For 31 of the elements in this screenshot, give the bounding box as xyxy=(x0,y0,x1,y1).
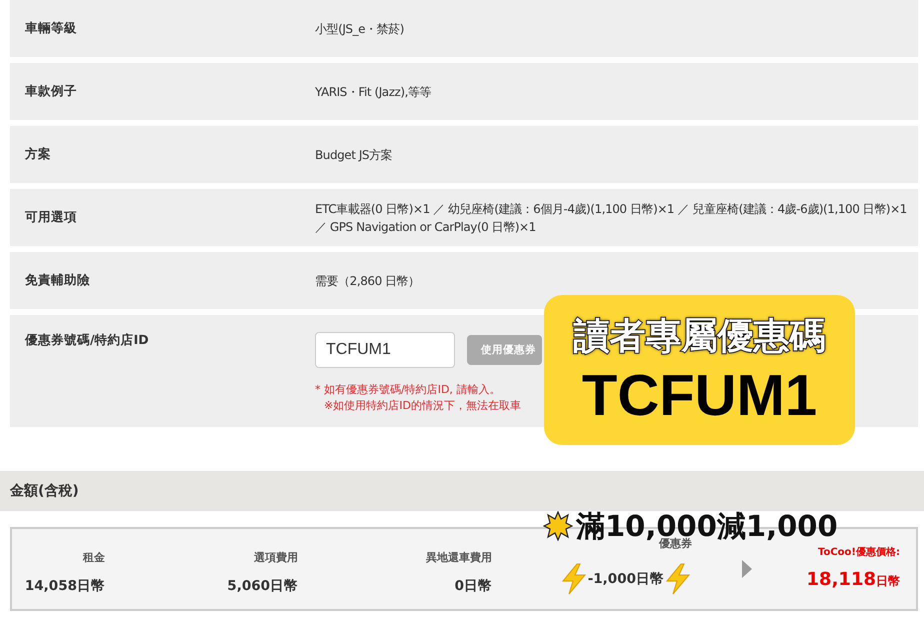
lightning-icon xyxy=(560,563,588,595)
star-icon xyxy=(543,511,573,541)
field-label: 方案 xyxy=(25,146,52,163)
field-label: 優惠券號碼/特約店ID xyxy=(25,332,150,349)
field-value: ETC車載器(0 日幣)×1 ／ 幼兒座椅(建議：6個月-4歲)(1,100 日幣)×1 ／ 兒童座椅(建議：4歲-6歲)(1,100 日幣)×1 ／ GPS Navigation or CarPlay(0 日幣)×1 xyxy=(315,200,908,236)
field-label: 可用選項 xyxy=(25,209,78,226)
price-value: 0日幣 xyxy=(454,577,492,595)
field-value: Budget JS方案 xyxy=(315,146,394,164)
coupon-input[interactable]: TCFUM1 xyxy=(315,332,455,368)
field-label: 免責輔助險 xyxy=(25,272,91,289)
field-value: YARIS・Fit (Jazz),等等 xyxy=(315,84,432,100)
lightning-icon xyxy=(664,563,692,595)
field-value: 小型(JS_e・禁菸) xyxy=(315,20,405,38)
price-label: 異地還車費用 xyxy=(426,550,492,565)
field-label: 車款例子 xyxy=(25,83,78,100)
promo-code: TCFUM1 xyxy=(582,362,818,428)
arrow-icon xyxy=(742,560,752,578)
field-label: 車輛等級 xyxy=(25,20,78,37)
field-value: 需要（2,860 日幣） xyxy=(315,272,421,290)
price-value: -1,000日幣 xyxy=(588,570,664,588)
final-price-label: ToCoo!優惠價格: xyxy=(818,546,900,558)
price-label: 租金 xyxy=(83,550,105,565)
badge-title: 讀者專屬優惠碼 xyxy=(574,314,826,358)
price-value: 5,060日幣 xyxy=(227,577,298,595)
final-price: 18,118 xyxy=(806,568,876,590)
coupon-note: ※如使用特約店ID的情況下，無法在取車 xyxy=(323,398,522,414)
price-label: 選項費用 xyxy=(254,550,298,565)
currency-unit: 日幣 xyxy=(876,572,900,590)
section-title: 金額(含稅) xyxy=(10,482,79,500)
price-value: 14,058日幣 xyxy=(24,577,105,595)
coupon-note: * 如有優惠券號碼/特約店ID, 請輸入。 xyxy=(315,382,502,398)
